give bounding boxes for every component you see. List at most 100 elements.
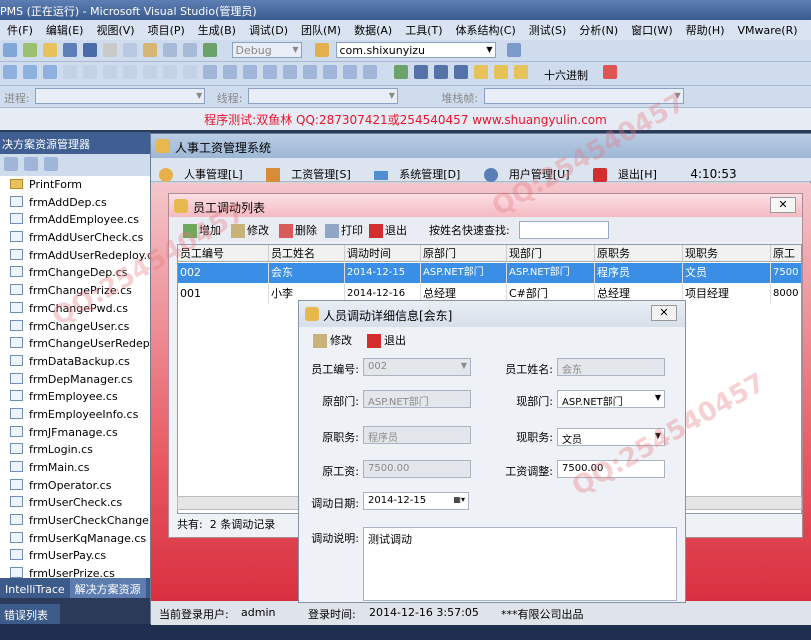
start-debug-icon[interactable] — [203, 43, 217, 57]
vs-menu-edit[interactable]: 编辑(E) — [39, 20, 90, 38]
format-icon[interactable] — [183, 65, 197, 79]
column-header[interactable]: 原部门 — [421, 245, 507, 262]
bookmark-icon[interactable] — [363, 65, 377, 79]
refresh-icon[interactable] — [44, 157, 58, 171]
cut-icon[interactable] — [103, 43, 117, 57]
tree-item[interactable]: frmDataBackup.cs — [0, 353, 150, 371]
thread-combo[interactable]: ▼ — [247, 88, 398, 104]
tree-item-printform[interactable]: PrintForm — [0, 176, 150, 194]
new-project-icon[interactable] — [3, 43, 17, 57]
column-header[interactable]: 现职务 — [683, 245, 771, 262]
paste-icon[interactable] — [143, 43, 157, 57]
save-icon[interactable] — [63, 43, 77, 57]
tab-intellitrace[interactable]: IntelliTrace — [0, 580, 70, 598]
edit-button[interactable]: 修改 — [313, 332, 352, 348]
bookmark-icon[interactable] — [283, 65, 297, 79]
bookmark-icon[interactable] — [303, 65, 317, 79]
open-file-icon[interactable] — [43, 43, 57, 57]
align-icon[interactable] — [23, 65, 37, 79]
date-picker[interactable]: 2014-12-15 ▦▾ — [363, 492, 469, 510]
pay-adjust-input[interactable]: 7500.00 — [557, 460, 665, 478]
tree-item[interactable]: frmChangePwd.cs — [0, 300, 150, 318]
close-button[interactable]: ✕ — [651, 305, 677, 321]
note-textarea[interactable]: 测试调动 — [363, 527, 677, 601]
old-dept-field[interactable]: ASP.NET部门 — [363, 390, 471, 408]
delete-button[interactable]: 删除 — [279, 222, 317, 238]
tree-item[interactable]: frmUserKqManage.cs — [0, 530, 150, 548]
column-header[interactable]: 原工 — [771, 245, 801, 262]
tree-item[interactable]: frmChangeUserRedeploy.cs — [0, 335, 150, 353]
column-header[interactable]: 员工姓名 — [269, 245, 345, 262]
format-icon[interactable] — [163, 65, 177, 79]
add-item-icon[interactable] — [23, 43, 37, 57]
close-button[interactable]: ✕ — [770, 197, 796, 213]
step-icon[interactable] — [513, 65, 528, 79]
tree-item[interactable]: frmOperator.cs — [0, 477, 150, 495]
properties-icon[interactable] — [4, 157, 18, 171]
search-input[interactable] — [519, 221, 609, 239]
exit-button[interactable]: 退出 — [367, 332, 406, 348]
copy-icon[interactable] — [123, 43, 137, 57]
tree-item[interactable]: frmEmployee.cs — [0, 388, 150, 406]
emp-id-select[interactable]: 002 ▼ — [363, 358, 471, 376]
breakpoint-icon[interactable] — [602, 65, 617, 79]
vs-menu-file[interactable]: 件(F) — [0, 20, 39, 38]
align-icon[interactable] — [3, 65, 17, 79]
tree-item[interactable]: frmChangePrize.cs — [0, 282, 150, 300]
menu-exit[interactable]: 退出[H] — [585, 158, 669, 182]
vs-menu-build[interactable]: 生成(B) — [191, 20, 242, 38]
vs-menu-vmware[interactable]: VMware(R) — [730, 22, 803, 37]
bookmark-icon[interactable] — [323, 65, 337, 79]
old-post-field[interactable]: 程序员 — [363, 426, 471, 444]
tree-item[interactable]: frmUserCheck.cs — [0, 494, 150, 512]
tree-item[interactable]: frmAddDep.cs — [0, 194, 150, 212]
vs-menu-window[interactable]: 窗口(W) — [624, 20, 678, 38]
vs-menu-tools[interactable]: 工具(T) — [398, 20, 448, 38]
format-icon[interactable] — [63, 65, 77, 79]
format-icon[interactable] — [83, 65, 97, 79]
column-header[interactable]: 现部门 — [507, 245, 595, 262]
table-row[interactable]: 002 会东 2014-12-15 ASP.NET部门 ASP.NET部门 程序… — [178, 263, 801, 283]
save-all-icon[interactable] — [83, 43, 97, 57]
tree-item[interactable]: frmChangeUser.cs — [0, 318, 150, 336]
tab-solution-explorer[interactable]: 解决方案资源 — [69, 578, 146, 598]
stop-icon[interactable] — [433, 65, 448, 79]
tree-item[interactable]: frmUserPay.cs — [0, 547, 150, 565]
restart-icon[interactable] — [453, 65, 468, 79]
print-button[interactable]: 打印 — [325, 222, 363, 238]
tree-item[interactable]: frmAddUserCheck.cs — [0, 229, 150, 247]
menu-users[interactable]: 用户管理[U] — [476, 158, 582, 182]
new-post-select[interactable]: 文员 ▼ — [557, 428, 665, 446]
vs-menu-project[interactable]: 项目(P) — [141, 20, 191, 38]
tree-item[interactable]: frmMain.cs — [0, 459, 150, 477]
tree-item[interactable]: frmUserPrize.cs — [0, 565, 150, 578]
find-icon[interactable] — [315, 43, 329, 57]
tree-item[interactable]: frmAddEmployee.cs — [0, 211, 150, 229]
bookmark-icon[interactable] — [243, 65, 257, 79]
menu-personnel[interactable]: 人事管理[L] — [151, 158, 255, 182]
edit-button[interactable]: 修改 — [231, 222, 269, 238]
menu-system[interactable]: 系统管理[D] — [366, 158, 472, 182]
tree-item[interactable]: frmLogin.cs — [0, 441, 150, 459]
tree-item[interactable]: frmUserCheckChange.cs — [0, 512, 150, 530]
menu-salary[interactable]: 工资管理[S] — [258, 158, 363, 182]
tree-item[interactable]: frmJFmanage.cs — [0, 424, 150, 442]
tree-item[interactable]: frmAddUserRedeploy.cs — [0, 247, 150, 265]
step-icon[interactable] — [473, 65, 488, 79]
vs-menu-analyze[interactable]: 分析(N) — [572, 20, 624, 38]
old-pay-field[interactable]: 7500.00 — [363, 460, 471, 478]
vs-menu-help[interactable]: 帮助(H) — [679, 20, 731, 38]
emp-name-field[interactable]: 会东 — [557, 358, 665, 376]
column-header[interactable]: 员工编号 — [178, 245, 269, 262]
tree-item[interactable]: frmChangeDep.cs — [0, 264, 150, 282]
vs-menu-architecture[interactable]: 体系结构(C) — [449, 20, 522, 38]
step-icon[interactable] — [493, 65, 508, 79]
startup-combo[interactable]: com.shixunyizu ▼ — [335, 42, 496, 58]
stack-frame-combo[interactable]: ▼ — [483, 88, 684, 104]
column-header[interactable]: 原职务 — [595, 245, 683, 262]
format-icon[interactable] — [103, 65, 117, 79]
vs-menu-data[interactable]: 数据(A) — [347, 20, 398, 38]
bookmark-icon[interactable] — [263, 65, 277, 79]
pause-icon[interactable] — [413, 65, 428, 79]
hex-display-toggle[interactable]: 十六进制 — [544, 67, 588, 83]
